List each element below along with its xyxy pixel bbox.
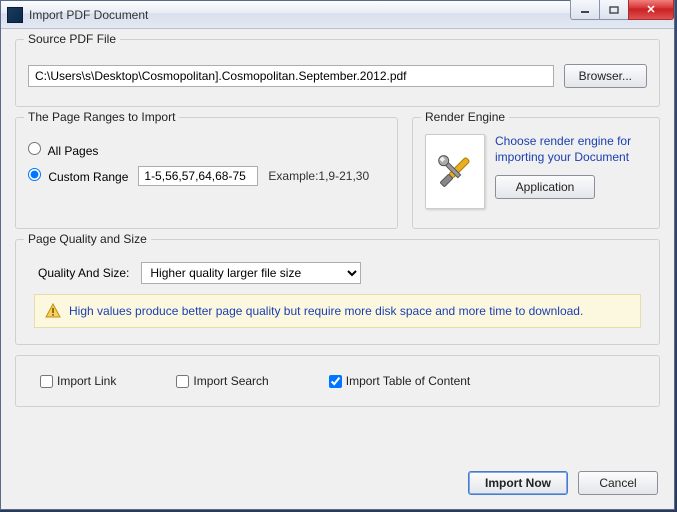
page-ranges-group: The Page Ranges to Import All Pages Cust…: [15, 117, 398, 229]
maximize-icon: [609, 6, 619, 14]
tools-icon: [425, 134, 485, 209]
render-engine-legend: Render Engine: [421, 110, 509, 124]
import-link-option[interactable]: Import Link: [40, 374, 116, 388]
maximize-button[interactable]: [599, 0, 629, 20]
dialog-footer: Import Now Cancel: [468, 471, 658, 495]
quality-note-text: High values produce better page quality …: [69, 304, 583, 318]
import-link-label: Import Link: [57, 374, 116, 388]
client-area: Source PDF File Browser... The Page Rang…: [1, 29, 674, 427]
import-toc-checkbox[interactable]: [329, 375, 342, 388]
custom-range-label: Custom Range: [48, 170, 128, 184]
custom-range-input[interactable]: [138, 166, 258, 186]
example-label: Example:1,9-21,30: [268, 169, 369, 183]
import-options-group: Import Link Import Search Import Table o…: [15, 355, 660, 407]
source-file-group: Source PDF File Browser...: [15, 39, 660, 107]
close-icon: ✕: [646, 3, 655, 16]
all-pages-label: All Pages: [48, 144, 99, 158]
render-engine-group: Render Engine: [412, 117, 660, 229]
import-link-checkbox[interactable]: [40, 375, 53, 388]
application-button[interactable]: Application: [495, 175, 595, 199]
quality-label: Quality And Size:: [38, 266, 129, 280]
import-toc-option[interactable]: Import Table of Content: [329, 374, 471, 388]
quality-select[interactable]: Higher quality larger file size: [141, 262, 361, 284]
app-icon: [7, 7, 23, 23]
quality-legend: Page Quality and Size: [24, 232, 151, 246]
window-title: Import PDF Document: [29, 8, 148, 22]
minimize-button[interactable]: [570, 0, 600, 20]
import-search-checkbox[interactable]: [176, 375, 189, 388]
page-ranges-legend: The Page Ranges to Import: [24, 110, 179, 124]
all-pages-option[interactable]: All Pages: [28, 142, 98, 158]
import-now-button[interactable]: Import Now: [468, 471, 568, 495]
browse-button[interactable]: Browser...: [564, 64, 647, 88]
cancel-button[interactable]: Cancel: [578, 471, 658, 495]
dialog-window: Import PDF Document ✕ Source PDF File Br…: [0, 0, 675, 510]
custom-range-radio[interactable]: [28, 168, 41, 181]
window-controls: ✕: [571, 0, 674, 20]
source-path-input[interactable]: [28, 65, 554, 87]
source-file-legend: Source PDF File: [24, 32, 120, 46]
custom-range-option[interactable]: Custom Range: [28, 168, 128, 184]
minimize-icon: [580, 6, 590, 14]
import-search-label: Import Search: [193, 374, 268, 388]
quality-group: Page Quality and Size Quality And Size: …: [15, 239, 660, 345]
import-search-option[interactable]: Import Search: [176, 374, 268, 388]
render-hint: Choose render engine for importing your …: [495, 134, 647, 165]
all-pages-radio[interactable]: [28, 142, 41, 155]
quality-note: High values produce better page quality …: [34, 294, 641, 328]
close-button[interactable]: ✕: [628, 0, 674, 20]
warning-icon: [45, 303, 61, 319]
titlebar: Import PDF Document ✕: [1, 1, 674, 29]
import-toc-label: Import Table of Content: [346, 374, 471, 388]
